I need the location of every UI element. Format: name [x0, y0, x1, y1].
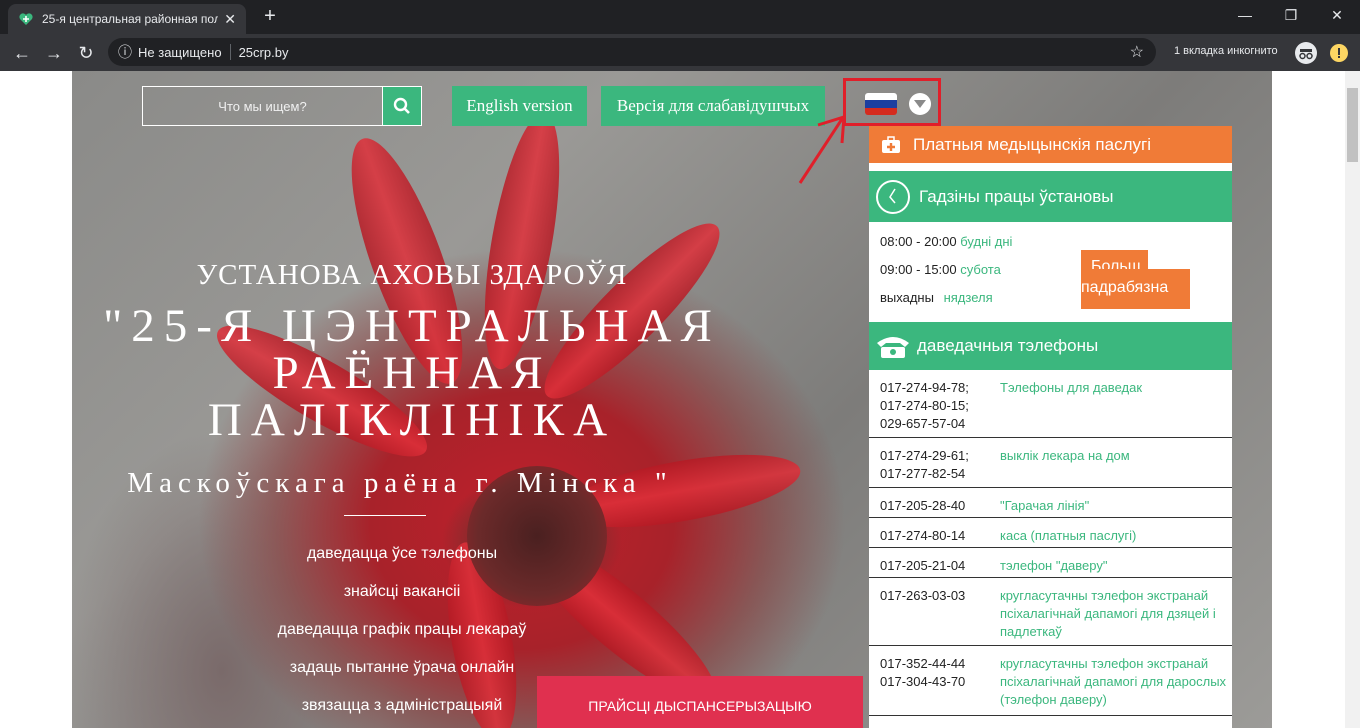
phone-row: 017-274-94-78; 017-274-80-15; 029-657-57-0…	[869, 370, 1232, 438]
phone-label: кругласутачны тэлефон экстранай псіхалаг…	[1000, 656, 1227, 707]
phones-title: даведачныя тэлефоны	[917, 336, 1099, 355]
heart-favicon-icon	[18, 11, 34, 27]
browser-tab[interactable]: 25-я центральная районная пол ✕	[8, 4, 246, 34]
phone-number[interactable]: 017-205-28-40	[880, 497, 965, 515]
chevron-down-icon[interactable]	[909, 93, 931, 115]
reload-icon[interactable]: ↻	[74, 41, 98, 65]
phone-row: 017-263-03-03 кругласутачны тэлефон экстр…	[869, 578, 1232, 646]
incognito-label: 1 вкладка инкогнито	[1174, 45, 1278, 57]
phone-number[interactable]: 017-263-03-03	[880, 587, 965, 605]
dispensary-button[interactable]: ПРАЙСЦІ ДЫСПАНСЕРЫЗАЦЫЮ	[537, 676, 863, 728]
hours-title: Гадзіны працы ўстановы	[919, 186, 1114, 206]
phone-label: тэлефон "даверу"	[1000, 558, 1108, 573]
search-input[interactable]: Что мы ищем?	[142, 86, 383, 126]
hero-line-2: "25-Я ЦЭНТРАЛЬНАЯ	[103, 300, 721, 352]
page-scrollbar[interactable]	[1345, 71, 1360, 728]
hero-line-4: ПАЛІКЛІНІКА	[207, 394, 617, 446]
back-icon[interactable]: ←	[10, 41, 34, 65]
info-icon[interactable]: ⓘ	[118, 42, 132, 62]
info-sidebar: Платныя медыцынскія паслугі Гадзіны прац…	[869, 126, 1232, 728]
page: Что мы ищем? English version Версія для …	[0, 71, 1360, 728]
hero-link-vacancies[interactable]: знайсці вакансіі	[72, 583, 732, 601]
maximize-icon[interactable]: ❐	[1268, 0, 1314, 30]
phone-row: 017-274-29-61; 017-277-82-54 выклік лекара…	[869, 438, 1232, 488]
hero-line-1: УСТАНОВА АХОВЫ ЗДАРОЎЯ	[196, 259, 628, 291]
more-details-button[interactable]: падрабязна	[1081, 269, 1190, 309]
warning-icon[interactable]	[1330, 44, 1348, 62]
first-aid-icon	[882, 135, 900, 153]
browser-toolbar: ← → ↻ ⓘ Не защищено 25crp.by ☆ 1 вкладка…	[0, 34, 1360, 71]
phone-number[interactable]: 017-274-94-78; 017-274-80-15; 029-657-57-0…	[880, 379, 969, 433]
hours-row: 09:00 - 15:00 субота	[880, 262, 1001, 277]
annotation-arrow	[798, 114, 846, 184]
hours-row: выхадны нядзеля	[880, 290, 993, 305]
clock-icon	[876, 179, 910, 214]
phone-row: 017-350-41-39Даведачная лінія камітэта п…	[869, 716, 1232, 728]
phone-label: Тэлефоны для даведак	[1000, 380, 1143, 395]
hero-link-phones[interactable]: даведацца ўсе тэлефоны	[72, 545, 732, 563]
telephone-icon	[877, 337, 909, 358]
url-text[interactable]: 25crp.by	[239, 45, 289, 60]
minimize-icon[interactable]: —	[1222, 0, 1268, 30]
hero-line-5: Маскоўскага раёна г. Мінска "	[127, 467, 673, 499]
phone-row: 017-352-44-44 017-304-43-70 кругласутачны …	[869, 646, 1232, 716]
phone-label: кругласутачны тэлефон экстранай псіхалаг…	[1000, 588, 1216, 639]
phone-number[interactable]: 017-352-44-44 017-304-43-70	[880, 655, 965, 691]
new-tab-icon[interactable]: +	[258, 5, 282, 28]
phone-row: 017-205-21-04 тэлефон "даверу"	[869, 548, 1232, 578]
phones-header: даведачныя тэлефоны	[869, 322, 1232, 370]
address-bar[interactable]: ⓘ Не защищено 25crp.by ☆	[108, 38, 1156, 66]
phone-number[interactable]: 017-274-80-14	[880, 527, 965, 545]
bookmark-star-icon[interactable]: ☆	[1130, 42, 1144, 62]
browser-titlebar: 25-я центральная районная пол ✕ + — ❐ ✕	[0, 0, 1360, 34]
hours-header: Гадзіны працы ўстановы	[869, 171, 1232, 222]
paid-services-label: Платныя медыцынскія паслугі	[913, 134, 1151, 154]
phone-label: выклік лекара на дом	[1000, 448, 1130, 463]
hero-link-ask-doctor[interactable]: задаць пытанне ўрача онлайн	[72, 659, 732, 677]
close-window-icon[interactable]: ✕	[1314, 0, 1360, 30]
phone-label: "Гарачая лінія"	[1000, 498, 1090, 513]
phone-number[interactable]: 017-274-29-61; 017-277-82-54	[880, 447, 969, 483]
phone-row: 017-274-80-14 каса (платныя паслугі)	[869, 518, 1232, 548]
security-label: Не защищено	[138, 44, 222, 60]
hero-line-3: РАЁННАЯ	[272, 347, 552, 399]
phone-label: каса (платныя паслугі)	[1000, 528, 1137, 543]
english-version-button[interactable]: English version	[452, 86, 587, 126]
close-tab-icon[interactable]: ✕	[224, 11, 236, 28]
russian-flag-icon[interactable]	[865, 93, 897, 115]
hero-divider	[344, 515, 426, 516]
forward-icon[interactable]: →	[42, 41, 66, 65]
tab-title: 25-я центральная районная пол	[42, 12, 219, 26]
search-icon	[393, 97, 410, 114]
hours-row: 08:00 - 20:00 будні дні	[880, 234, 1013, 249]
phone-number[interactable]: 017-205-21-04	[880, 557, 965, 575]
incognito-icon[interactable]	[1295, 42, 1317, 64]
hero-link-schedule[interactable]: даведацца графік працы лекараў	[72, 621, 732, 639]
phone-row: 017-205-28-40 "Гарачая лінія"	[869, 488, 1232, 518]
search-button[interactable]	[382, 86, 422, 126]
paid-services-button[interactable]: Платныя медыцынскія паслугі	[869, 126, 1232, 163]
